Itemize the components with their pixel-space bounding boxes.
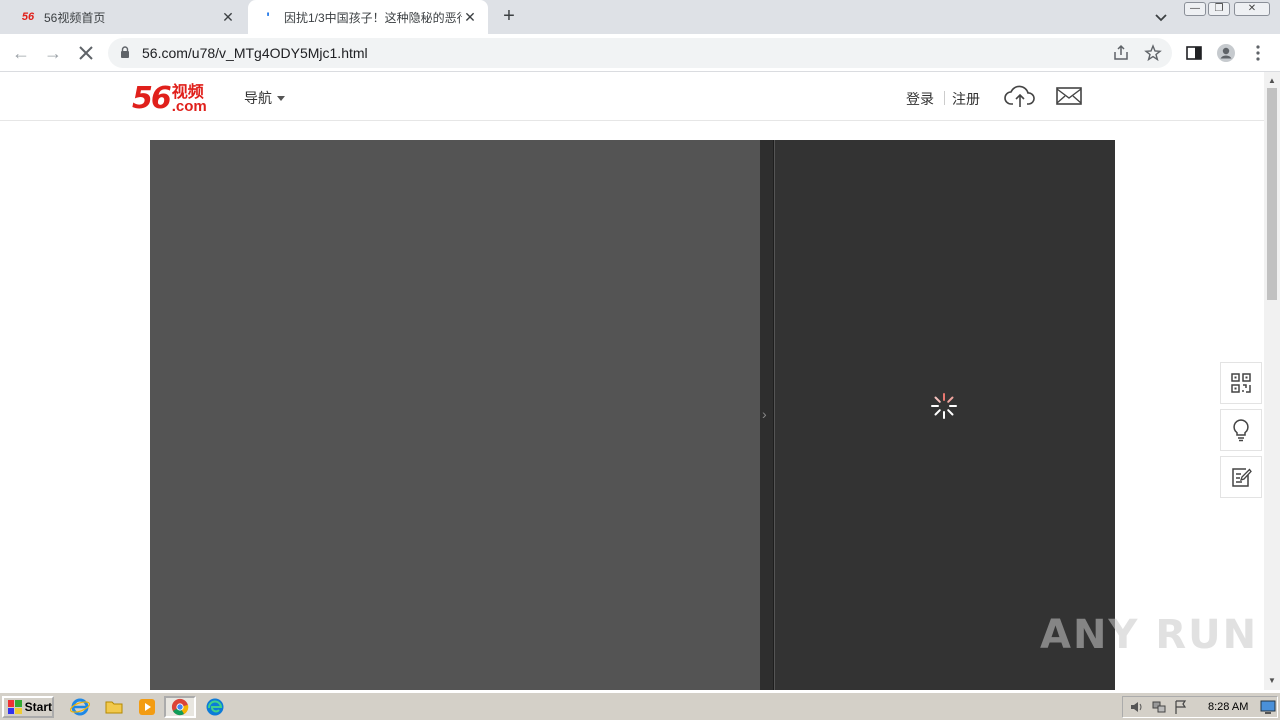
lightbulb-icon	[1233, 419, 1249, 442]
stop-loading-icon[interactable]	[75, 42, 97, 64]
taskbar: Start 8:28 AM	[0, 692, 1280, 720]
lock-icon	[121, 46, 129, 58]
anyrun-watermark: ANY RUN	[1040, 612, 1259, 658]
start-button[interactable]: Start	[2, 696, 54, 718]
site-logo[interactable]: 56 视频 .com	[132, 78, 207, 116]
system-tray	[1122, 696, 1278, 718]
chrome-icon	[171, 698, 189, 716]
profile-avatar-icon[interactable]	[1216, 43, 1236, 63]
qr-code-icon	[1231, 373, 1251, 393]
new-tab-button[interactable]: +	[498, 6, 520, 28]
url-text: 56.com/u78/v_MTg4ODY5Mjc1.html	[142, 45, 368, 61]
back-arrow-icon[interactable]: ←	[10, 42, 32, 64]
mail-icon[interactable]	[1056, 86, 1082, 106]
windows-logo-icon	[8, 700, 22, 714]
scroll-up-icon[interactable]: ▲	[1268, 76, 1276, 85]
scroll-thumb[interactable]	[1267, 88, 1277, 300]
video-player[interactable]: ›	[150, 140, 1115, 690]
action-center-flag-icon[interactable]	[1173, 699, 1189, 715]
edge-icon[interactable]	[205, 697, 225, 717]
bookmark-star-icon[interactable]	[1144, 44, 1162, 62]
sidebar-toggle[interactable]: ›	[760, 140, 774, 690]
side-panel-icon[interactable]	[1184, 43, 1204, 63]
tab-video-page[interactable]: ' 因扰1/3中国孩子！这种隐秘的恶行... ✕	[248, 0, 488, 34]
tab-strip: 56 56视频首页 ✕ ' 因扰1/3中国孩子！这种隐秘的恶行... ✕ + —…	[0, 0, 1280, 34]
tab-title: 56视频首页	[44, 10, 106, 25]
edit-report-button[interactable]	[1220, 456, 1262, 498]
address-bar[interactable]: 56.com/u78/v_MTg4ODY5Mjc1.html	[108, 38, 1172, 68]
browser-toolbar: ← → 56.com/u78/v_MTg4ODY5Mjc1.html	[0, 34, 1280, 72]
edit-note-icon	[1232, 468, 1252, 487]
playlist-panel	[775, 140, 1115, 690]
logo-com: .com	[171, 98, 207, 115]
minimize-button[interactable]: —	[1184, 2, 1206, 16]
video-area[interactable]	[150, 140, 760, 690]
start-label: Start	[24, 700, 52, 714]
scroll-down-icon[interactable]: ▼	[1268, 676, 1276, 685]
login-link[interactable]: 登录	[906, 89, 934, 109]
56-favicon-icon: 56	[21, 11, 35, 23]
internet-explorer-icon[interactable]	[70, 697, 90, 717]
menu-kebab-icon[interactable]	[1248, 43, 1268, 63]
feedback-bulb-button[interactable]	[1220, 409, 1262, 451]
chrome-taskbar-button[interactable]	[164, 696, 196, 718]
taskbar-clock: 8:28 AM	[1208, 701, 1249, 713]
loading-favicon-icon: '	[266, 9, 270, 25]
tab-close-icon[interactable]: ✕	[462, 9, 478, 25]
network-icon[interactable]	[1151, 699, 1167, 715]
tab-56-home[interactable]: 56 56视频首页 ✕	[8, 0, 246, 34]
volume-icon[interactable]	[1129, 699, 1145, 715]
tab-title: 因扰1/3中国孩子！这种隐秘的恶行...	[284, 10, 462, 25]
page-scrollbar[interactable]: ▲ ▼	[1264, 72, 1280, 690]
tab-search-chevron-icon[interactable]	[1152, 8, 1170, 26]
show-desktop-icon[interactable]	[1260, 699, 1276, 715]
media-player-icon[interactable]	[137, 697, 157, 717]
close-window-button[interactable]: ✕	[1234, 2, 1270, 16]
caret-down-icon	[277, 95, 285, 101]
logo-number: 56	[132, 81, 172, 116]
site-header: 56 视频 .com 导航 登录 注册	[0, 72, 1264, 121]
nav-label: 导航	[244, 90, 272, 106]
register-link[interactable]: 注册	[952, 89, 980, 109]
nav-dropdown[interactable]: 导航	[244, 88, 285, 108]
chevron-right-icon: ›	[762, 406, 767, 422]
divider	[944, 91, 945, 105]
tab-close-icon[interactable]: ✕	[220, 9, 236, 25]
forward-arrow-icon[interactable]: →	[42, 42, 64, 64]
file-explorer-icon[interactable]	[104, 697, 124, 717]
qr-code-button[interactable]	[1220, 362, 1262, 404]
share-icon[interactable]	[1112, 44, 1130, 62]
cloud-upload-icon[interactable]	[1004, 83, 1036, 109]
restore-button[interactable]: ❐	[1208, 2, 1230, 16]
loading-spinner-icon	[931, 393, 957, 419]
